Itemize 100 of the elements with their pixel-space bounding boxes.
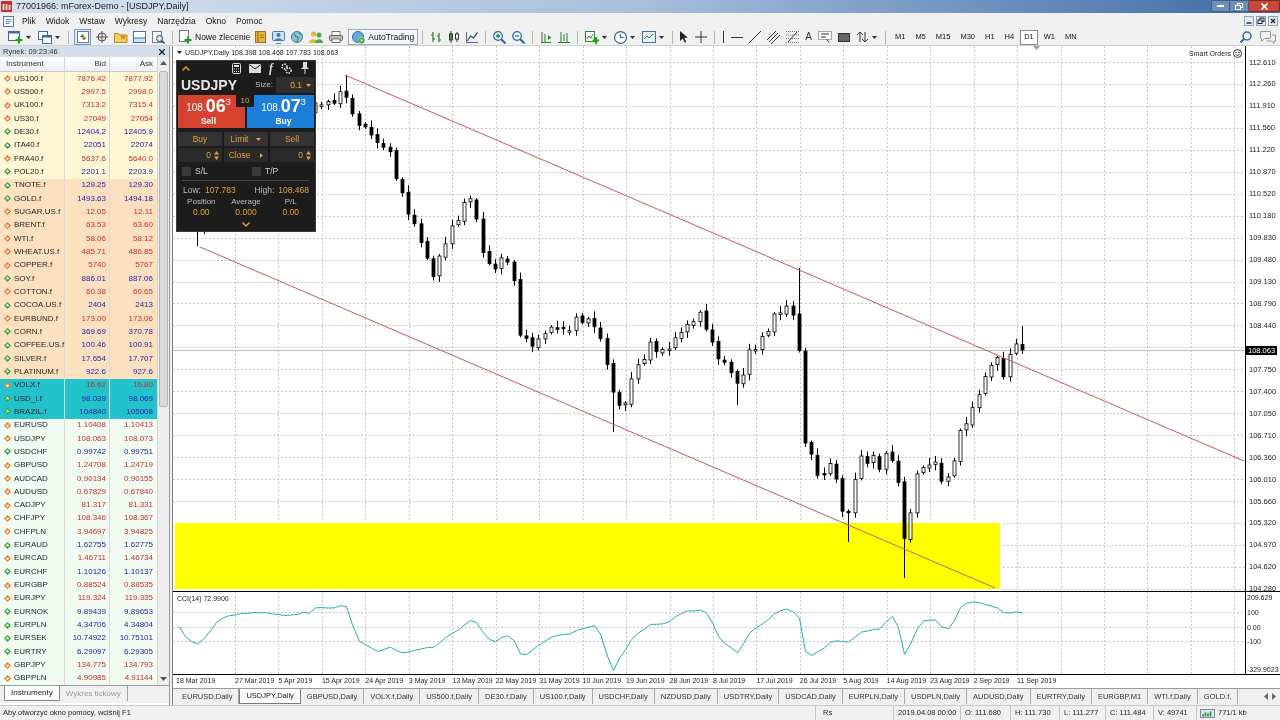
dropdown-caret-icon[interactable] xyxy=(306,83,311,87)
clock-icon[interactable] xyxy=(614,30,628,44)
spinner-icon[interactable] xyxy=(306,150,311,160)
minimize-button[interactable] xyxy=(1211,0,1230,12)
column-header[interactable]: Instrument xyxy=(6,60,44,68)
spinner-icon[interactable] xyxy=(214,150,219,160)
crosshair-icon[interactable] xyxy=(695,31,708,43)
app-icon[interactable] xyxy=(1,1,12,12)
sell-order-button[interactable]: Sell xyxy=(270,132,314,146)
horizontal-line-icon[interactable] xyxy=(731,35,744,39)
instrument-row[interactable]: GBPJPY 134.775 134.793 xyxy=(0,658,157,672)
scroll-down-icon[interactable] xyxy=(160,677,167,682)
column-header[interactable]: Ask xyxy=(139,60,153,68)
cursor-icon[interactable] xyxy=(680,31,690,43)
instrument-row[interactable]: CHFPLN 3.94697 3.94825 xyxy=(0,525,157,539)
scroll-left-icon[interactable] xyxy=(1264,693,1268,700)
caret-down-icon[interactable] xyxy=(177,51,182,54)
scrollbar-thumb[interactable] xyxy=(159,71,168,407)
chart-plus-icon[interactable] xyxy=(585,30,600,44)
menu-item[interactable]: Widok xyxy=(40,16,75,26)
dropdown-caret-icon[interactable] xyxy=(659,35,665,39)
instrument-row[interactable]: WHEAT.US.f 485.71 486.85 xyxy=(0,245,157,259)
instrument-row[interactable]: USDCHF 0.99742 0.99751 xyxy=(0,445,157,459)
globe-icon[interactable] xyxy=(291,31,304,43)
instrument-row[interactable]: EURGBP 0.88524 0.88535 xyxy=(0,578,157,592)
menu-item[interactable]: Wstaw xyxy=(74,16,110,26)
vertical-line-icon[interactable] xyxy=(722,31,726,43)
instrument-row[interactable]: EURNOK 9.89439 9.89653 xyxy=(0,605,157,619)
order-type-dropdown[interactable]: Limit xyxy=(224,132,268,146)
restore-icon[interactable] xyxy=(1256,16,1266,26)
people-icon[interactable] xyxy=(309,31,324,43)
scroll-up-icon[interactable] xyxy=(160,61,167,65)
close-button[interactable] xyxy=(1249,0,1280,12)
instrument-row[interactable]: COTTON.f 60.38 60.65 xyxy=(0,285,157,299)
autotrading-button[interactable]: AutoTrading xyxy=(348,29,419,45)
smiley-icon[interactable] xyxy=(1233,49,1242,58)
scroll-right-icon[interactable] xyxy=(1272,693,1276,700)
checkbox[interactable] xyxy=(182,167,191,176)
function-button[interactable]: f xyxy=(269,62,273,74)
menu-item[interactable]: Okno xyxy=(200,16,231,26)
envelope-icon[interactable] xyxy=(249,63,261,73)
checkbox[interactable] xyxy=(252,167,261,176)
rectangle-icon[interactable] xyxy=(837,32,850,42)
new-order-button[interactable]: Nowe zlecenie xyxy=(177,29,253,45)
chevron-down-icon[interactable] xyxy=(242,222,250,227)
calculator-icon[interactable] xyxy=(232,62,241,74)
instrument-row[interactable]: DE30.f 12404.2 12405.9 xyxy=(0,125,157,139)
instrument-row[interactable]: EURPLN 4.34706 4.34804 xyxy=(0,618,157,632)
instrument-row[interactable]: US500.f 2997.5 2998.0 xyxy=(0,85,157,99)
windows-icon[interactable] xyxy=(38,30,52,44)
dropdown-caret-icon[interactable] xyxy=(26,35,31,39)
column-header[interactable]: Bid xyxy=(94,60,106,68)
autoscroll-icon[interactable] xyxy=(558,31,571,43)
close-icon[interactable] xyxy=(1268,16,1278,26)
restore-button[interactable] xyxy=(1230,0,1249,12)
dropdown-caret-icon[interactable] xyxy=(55,35,60,39)
menu-item[interactable]: Narzędzia xyxy=(152,16,201,26)
instrument-row[interactable]: EURTRY 6.29097 6.29305 xyxy=(0,645,157,659)
panel-tab[interactable]: Instrumenty xyxy=(4,686,60,702)
instrument-row[interactable]: SUGAR.US.f 12.05 12.11 xyxy=(0,205,157,219)
volume-field[interactable]: 0 xyxy=(270,148,314,162)
dropdown-caret-icon[interactable] xyxy=(871,35,877,39)
pin-icon[interactable] xyxy=(301,62,309,74)
zoom-out-icon[interactable] xyxy=(512,30,526,44)
chart-shift-icon[interactable] xyxy=(540,31,553,43)
printer-icon[interactable] xyxy=(329,31,344,43)
volume-field[interactable]: 0 xyxy=(178,148,222,162)
instrument-row[interactable]: POL20.f 2201.1 2203.9 xyxy=(0,165,157,179)
search-icon[interactable] xyxy=(1240,31,1252,43)
window-plus-icon[interactable] xyxy=(8,30,23,44)
instrument-row[interactable]: EURAUD 1.62755 1.62775 xyxy=(0,538,157,552)
book-icon[interactable] xyxy=(255,31,267,43)
menu-item[interactable]: Plik xyxy=(17,16,41,26)
instrument-row[interactable]: PLATINUM.f 922.6 927.6 xyxy=(0,365,157,379)
instrument-row[interactable]: BRAZIL.f 104840 105008 xyxy=(0,405,157,419)
instrument-row[interactable]: US100.f 7876.42 7877.92 xyxy=(0,72,157,86)
close-position-button[interactable]: Close xyxy=(224,148,268,162)
dropdown-caret-icon[interactable] xyxy=(602,35,608,39)
chart-document-icon[interactable] xyxy=(3,15,14,27)
monitor-person-icon[interactable] xyxy=(272,30,286,44)
dropdown-caret-icon[interactable] xyxy=(256,137,262,141)
caret-up-icon[interactable] xyxy=(182,65,190,71)
menu-item[interactable]: Wykresy xyxy=(109,16,153,26)
bar-chart-icon[interactable] xyxy=(430,31,443,43)
chart-window-icon[interactable] xyxy=(642,31,657,43)
fibonacci-icon[interactable] xyxy=(786,31,800,43)
text-tool-button[interactable]: A xyxy=(805,32,812,42)
buy-order-button[interactable]: Buy xyxy=(178,132,222,146)
close-icon[interactable] xyxy=(159,48,165,55)
instrument-row[interactable]: AUDUSD 0.67829 0.67840 xyxy=(0,485,157,499)
dropdown-caret-icon[interactable] xyxy=(630,35,636,39)
trend-line-icon[interactable] xyxy=(749,31,762,43)
minimize-icon[interactable] xyxy=(1244,16,1254,26)
size-field[interactable]: 0.1 xyxy=(276,77,314,93)
zoom-in-icon[interactable] xyxy=(493,30,507,44)
triangle-right-icon[interactable] xyxy=(260,152,264,158)
instrument-row[interactable]: CORN.f 369.69 370.78 xyxy=(0,325,157,339)
line-chart-icon[interactable] xyxy=(466,31,479,43)
arrows-icon[interactable] xyxy=(855,31,869,43)
candlestick-icon[interactable] xyxy=(448,31,461,43)
